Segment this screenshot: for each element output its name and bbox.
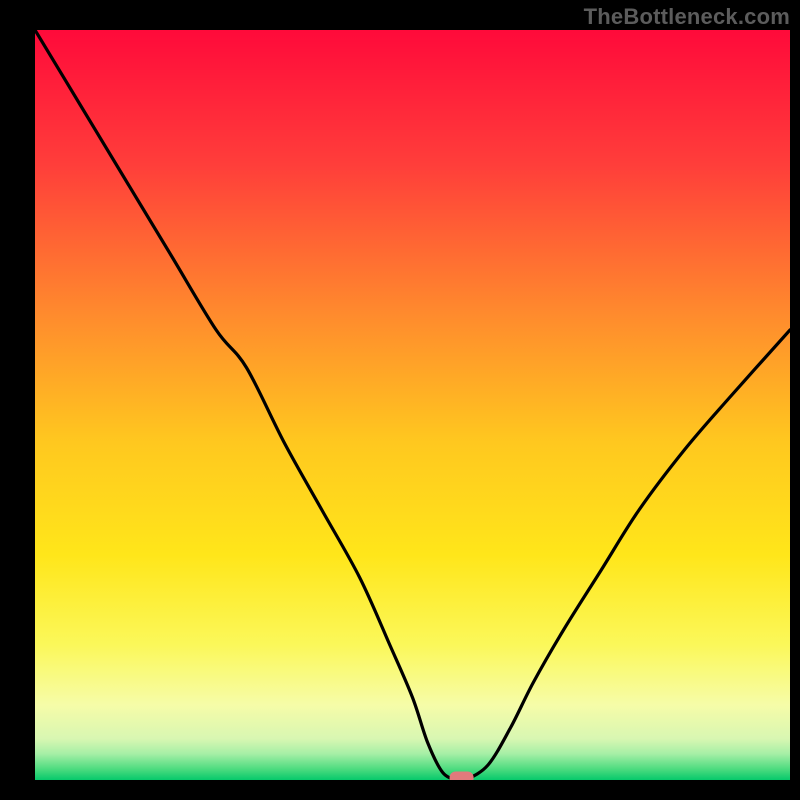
chart-frame: TheBottleneck.com xyxy=(0,0,800,800)
bottleneck-chart xyxy=(0,0,800,800)
gradient-background xyxy=(35,30,790,780)
watermark-text: TheBottleneck.com xyxy=(584,4,790,30)
optimal-marker xyxy=(450,772,474,785)
